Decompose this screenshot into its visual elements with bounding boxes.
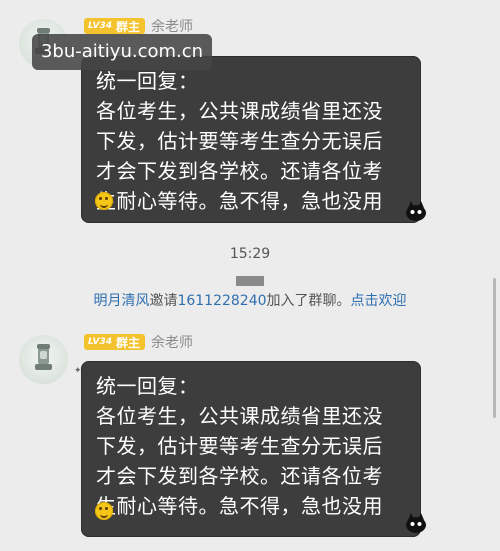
scrollbar[interactable] — [493, 278, 496, 418]
message-line: 才会下发到各学校。还请各位考 — [96, 464, 383, 488]
message-line: 各位考生，公共课成绩省里还没 — [96, 99, 383, 123]
smile-emoji-icon — [95, 192, 113, 210]
avatar[interactable] — [19, 335, 68, 384]
message-line: 各位考生，公共课成绩省里还没 — [96, 404, 383, 428]
message-line: 生耐心等待。急不得，急也没用 — [96, 494, 383, 518]
message-line: 下发，估计要等考生查分无误后 — [96, 434, 383, 458]
invitee-link[interactable]: 1611228240 — [177, 293, 266, 309]
message-text: 统一回复： 各位考生，公共课成绩省里还没 下发，估计要等考生查分无误后 才会下发… — [96, 66, 416, 216]
message-line: 统一回复： — [96, 69, 199, 93]
bubble-corner-cat-icon — [406, 201, 426, 221]
sender-line: LV34 群主 余老师 — [84, 16, 193, 36]
redacted-mark — [236, 276, 264, 286]
cartoon-avatar-icon — [35, 344, 52, 370]
level-badge: LV34 群主 — [84, 334, 146, 350]
sender-line: LV34 群主 余老师 — [84, 332, 193, 352]
message-line: 才会下发到各学校。还请各位考 — [96, 159, 383, 183]
message-line: 统一回复： — [96, 374, 199, 398]
sender-name[interactable]: 余老师 — [151, 16, 193, 36]
message-line: 下发，估计要等考生查分无误后 — [96, 129, 383, 153]
smile-emoji-icon — [95, 502, 113, 520]
role-text: 群主 — [116, 335, 141, 350]
invite-text: 邀请 — [149, 293, 178, 309]
message-bubble[interactable]: 统一回复： 各位考生，公共课成绩省里还没 下发，估计要等考生查分无误后 才会下发… — [81, 56, 421, 223]
timestamp: 15:29 — [229, 246, 271, 262]
message-bubble[interactable]: 统一回复： 各位考生，公共课成绩省里还没 下发，估计要等考生查分无误后 才会下发… — [81, 361, 421, 537]
role-text: 群主 — [116, 19, 141, 34]
sender-name[interactable]: 余老师 — [151, 332, 193, 352]
bubble-corner-cat-icon — [406, 513, 426, 533]
message-line: 生耐心等待。急不得，急也没用 — [96, 189, 383, 213]
system-notice: 明月清风邀请1611228240加入了群聊。点击欢迎 — [0, 290, 500, 310]
message-text: 统一回复： 各位考生，公共课成绩省里还没 下发，估计要等考生查分无误后 才会下发… — [96, 371, 416, 521]
watermark-label: 3bu-aitiyu.com.cn — [32, 34, 212, 70]
welcome-link[interactable]: 点击欢迎 — [351, 293, 407, 309]
inviter-link[interactable]: 明月清风 — [93, 293, 149, 309]
level-badge: LV34 群主 — [84, 18, 146, 34]
joined-text: 加入了群聊。 — [266, 293, 351, 309]
level-text: LV34 — [88, 21, 112, 31]
level-text: LV34 — [88, 337, 112, 347]
